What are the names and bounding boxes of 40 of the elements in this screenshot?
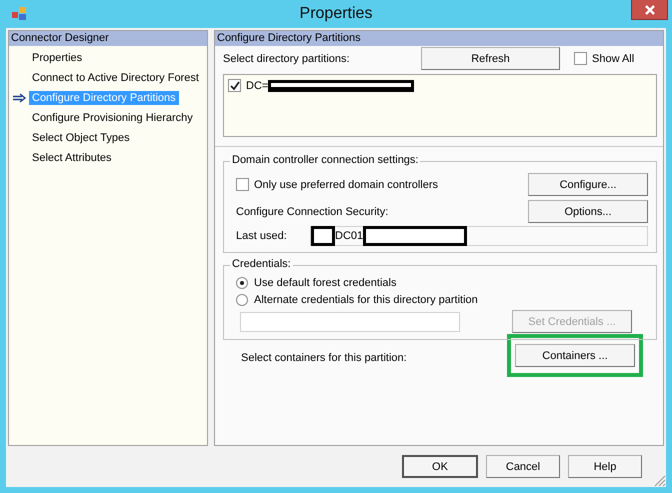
app-icon xyxy=(12,7,28,21)
group-title: Domain controller connection settings: xyxy=(230,154,420,166)
partitions-label: Select directory partitions: xyxy=(223,52,351,64)
close-icon xyxy=(644,4,654,14)
dialog-button[interactable]: Cancel xyxy=(486,455,560,478)
containers-label: Select containers for this partition: xyxy=(241,352,407,364)
close-button[interactable] xyxy=(631,0,668,20)
sidebar-item[interactable]: Select Object Types xyxy=(29,131,133,145)
sidebar-item[interactable]: Properties xyxy=(29,51,86,65)
refresh-button[interactable]: Refresh xyxy=(421,47,560,70)
preferred-checkbox[interactable] xyxy=(236,178,249,191)
options-button[interactable]: Options... xyxy=(528,200,648,223)
radio-label: Alternate credentials for this directory partition xyxy=(254,294,478,306)
dialog-button[interactable]: OK xyxy=(402,455,478,478)
configure-button[interactable]: Configure... xyxy=(528,173,648,196)
containers-button[interactable]: Containers ... xyxy=(515,344,635,367)
redaction-bar xyxy=(311,226,335,246)
sidebar-item[interactable]: Select Attributes xyxy=(29,151,114,165)
sidebar-item[interactable]: Connect to Active Directory Forest xyxy=(29,71,202,85)
partition-checkbox[interactable] xyxy=(228,79,241,92)
show-all-label: Show All xyxy=(592,52,634,64)
radio-button[interactable] xyxy=(236,277,248,289)
window-title: Properties xyxy=(298,4,374,24)
sidebar-header: Connector Designer xyxy=(9,31,207,46)
credentials-field[interactable] xyxy=(240,312,460,332)
arrow-icon xyxy=(13,93,27,103)
preferred-label: Only use preferred domain controllers xyxy=(254,178,440,190)
radio-label: Use default forest credentials xyxy=(254,277,396,289)
resize-grip-icon xyxy=(654,475,666,487)
last-used-label: Last used: xyxy=(236,230,288,242)
group-title: Credentials: xyxy=(230,258,293,270)
dialog-button[interactable]: Help xyxy=(568,455,642,478)
radio-button[interactable] xyxy=(236,294,248,306)
last-used-value: DC01 xyxy=(335,230,364,242)
sidebar-item[interactable]: Configure Provisioning Hierarchy xyxy=(29,111,196,125)
last-used-field[interactable]: DC01 xyxy=(310,226,648,246)
security-label: Configure Connection Security: xyxy=(236,206,390,218)
content-header: Configure Directory Partitions xyxy=(215,31,663,46)
partition-label: DC= xyxy=(246,80,268,92)
show-all-checkbox[interactable] xyxy=(574,52,587,65)
